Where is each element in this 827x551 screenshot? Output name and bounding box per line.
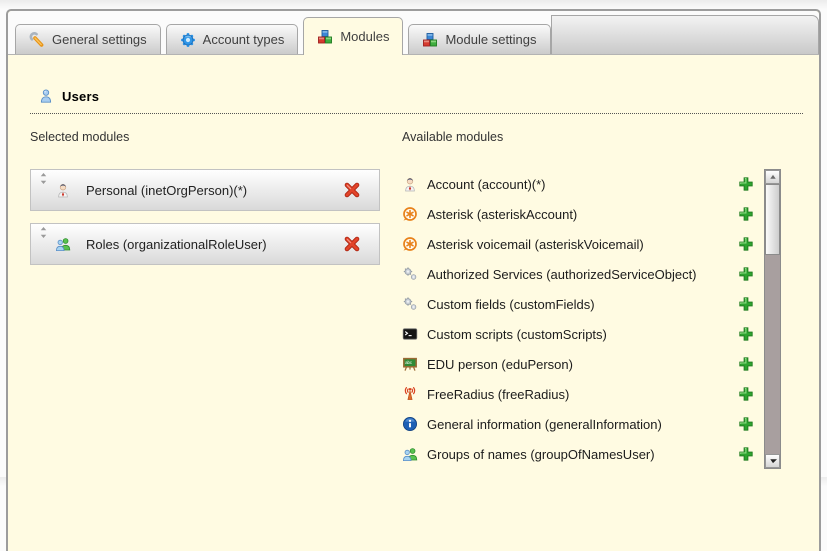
available-module-label: Custom fields (customFields)	[427, 297, 595, 312]
settings-panel: General settings Account types Modules Modu…	[6, 9, 821, 551]
info-icon	[402, 416, 418, 432]
available-module-label: Asterisk voicemail (asteriskVoicemail)	[427, 237, 644, 252]
tab-label: Modules	[340, 29, 389, 44]
available-modules-heading: Available modules	[402, 130, 781, 144]
asterisk-icon	[402, 206, 418, 222]
available-module-row: abc EDU person (eduPerson)	[402, 349, 754, 379]
selected-modules-heading: Selected modules	[30, 130, 380, 144]
available-module-label: EDU person (eduPerson)	[427, 357, 573, 372]
user-icon	[38, 88, 54, 104]
remove-module-button[interactable]	[343, 181, 361, 199]
person-icon	[55, 182, 71, 198]
modules-icon	[422, 32, 438, 48]
selected-module-label: Roles (organizationalRoleUser)	[86, 237, 267, 252]
add-module-button[interactable]	[738, 206, 754, 222]
chalkboard-icon: abc	[402, 356, 418, 372]
add-module-button[interactable]	[738, 356, 754, 372]
available-modules-area: Account (account)(*) Asterisk (asteriskAc…	[402, 169, 781, 469]
scrollbar-up-button[interactable]	[765, 170, 780, 184]
add-module-button[interactable]	[738, 296, 754, 312]
add-module-button[interactable]	[738, 266, 754, 282]
available-module-label: Account (account)(*)	[427, 177, 546, 192]
available-module-row: Asterisk (asteriskAccount)	[402, 199, 754, 229]
available-module-row: Authorized Services (authorizedServiceOb…	[402, 259, 754, 289]
selected-module-row[interactable]: Personal (inetOrgPerson)(*)	[30, 169, 380, 211]
add-module-button[interactable]	[738, 236, 754, 252]
tab-label: Account types	[203, 32, 285, 47]
drag-handle-icon	[38, 172, 49, 185]
selected-modules-column: Selected modules Personal (inetOrgPerson…	[30, 130, 380, 469]
modules-tab-content: Users Selected modules Personal (inetOrg…	[8, 88, 819, 469]
gears-icon	[402, 296, 418, 312]
scrollbar-thumb[interactable]	[765, 184, 780, 255]
asterisk-icon	[402, 236, 418, 252]
antenna-icon	[402, 386, 418, 402]
add-module-button[interactable]	[738, 416, 754, 432]
remove-module-button[interactable]	[343, 235, 361, 253]
people-icon	[402, 446, 418, 462]
available-module-row: Asterisk voicemail (asteriskVoicemail)	[402, 229, 754, 259]
gear-blue-icon	[180, 32, 196, 48]
available-module-row: Groups of names (groupOfNamesUser)	[402, 439, 754, 469]
tab-label: Module settings	[445, 32, 536, 47]
available-module-label: FreeRadius (freeRadius)	[427, 387, 569, 402]
available-module-row: General information (generalInformation)	[402, 409, 754, 439]
available-modules-scrollbar[interactable]	[764, 169, 781, 469]
tab-bar-filler	[551, 15, 819, 54]
drag-handle-icon	[38, 226, 49, 239]
tab-bar: General settings Account types Modules Modu…	[8, 11, 819, 55]
svg-text:abc: abc	[405, 360, 412, 365]
selected-module-label: Personal (inetOrgPerson)(*)	[86, 183, 247, 198]
available-module-label: Authorized Services (authorizedServiceOb…	[427, 267, 697, 282]
available-modules-column: Available modules Account (account)(*) As…	[402, 130, 781, 469]
scroll-up-icon	[769, 173, 777, 181]
person-icon	[402, 176, 418, 192]
available-module-row: Custom scripts (customScripts)	[402, 319, 754, 349]
available-module-label: Groups of names (groupOfNamesUser)	[427, 447, 655, 462]
add-module-button[interactable]	[738, 326, 754, 342]
available-module-label: General information (generalInformation)	[427, 417, 662, 432]
tab-module-settings[interactable]: Module settings	[408, 24, 550, 54]
tab-account-types[interactable]: Account types	[166, 24, 299, 54]
scroll-down-icon	[769, 457, 777, 465]
section-title: Users	[62, 89, 99, 104]
tab-general-settings[interactable]: General settings	[15, 24, 161, 54]
section-heading: Users	[30, 88, 803, 114]
available-module-row: FreeRadius (freeRadius)	[402, 379, 754, 409]
selected-modules-list: Personal (inetOrgPerson)(*) Roles (organi…	[30, 169, 380, 265]
available-module-label: Custom scripts (customScripts)	[427, 327, 607, 342]
available-module-row: Custom fields (customFields)	[402, 289, 754, 319]
modules-columns: Selected modules Personal (inetOrgPerson…	[30, 130, 781, 469]
selected-module-row[interactable]: Roles (organizationalRoleUser)	[30, 223, 380, 265]
add-module-button[interactable]	[738, 386, 754, 402]
scrollbar-down-button[interactable]	[765, 454, 780, 468]
available-module-row: Account (account)(*)	[402, 169, 754, 199]
scrollbar-track[interactable]	[765, 255, 780, 454]
people-icon	[55, 236, 71, 252]
add-module-button[interactable]	[738, 446, 754, 462]
available-module-label: Asterisk (asteriskAccount)	[427, 207, 577, 222]
gears-icon	[402, 266, 418, 282]
tab-modules[interactable]: Modules	[303, 17, 403, 55]
available-modules-list: Account (account)(*) Asterisk (asteriskAc…	[402, 169, 754, 469]
modules-icon	[317, 29, 333, 45]
wrench-icon	[29, 32, 45, 48]
tab-label: General settings	[52, 32, 147, 47]
add-module-button[interactable]	[738, 176, 754, 192]
terminal-icon	[402, 326, 418, 342]
